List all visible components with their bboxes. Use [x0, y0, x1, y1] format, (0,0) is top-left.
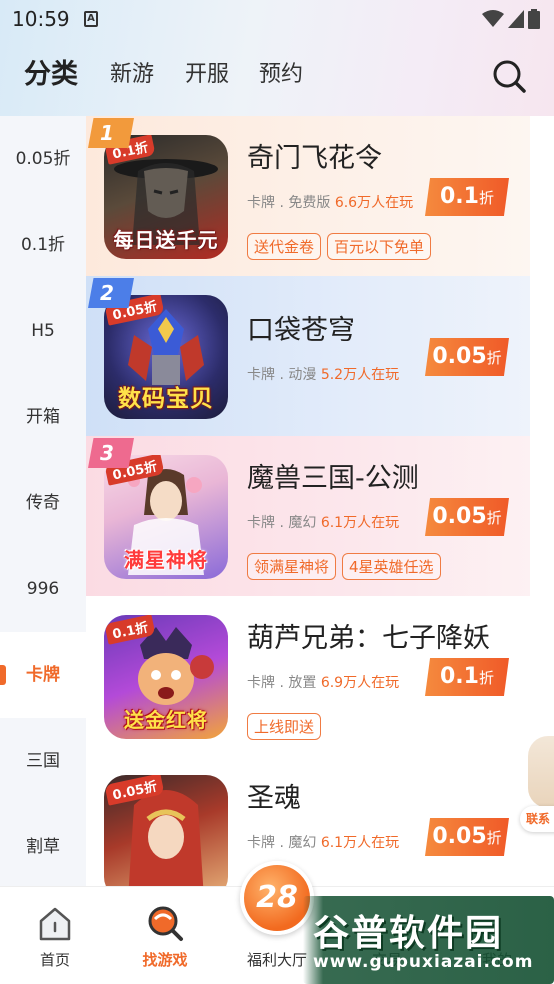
game-card[interactable]: 0.05折 数码宝贝 2 口袋苍穹 卡牌 . 动漫 5.2万人在玩 0.05折: [86, 276, 530, 436]
game-tag: 上线即送: [247, 713, 322, 740]
discount-value: 0.05: [432, 344, 487, 369]
sidebar-item-legend[interactable]: 传奇: [0, 460, 86, 546]
game-category: 卡牌 . 放置: [247, 675, 317, 691]
game-tag: 百元以下免单: [327, 233, 432, 260]
game-category: 卡牌 . 动漫: [247, 367, 317, 383]
game-thumbnail: 0.1折 送金红将: [104, 615, 228, 739]
wifi-icon: [482, 10, 504, 27]
sidebar-item-0.1[interactable]: 0.1折: [0, 202, 86, 288]
discount-button[interactable]: 0.1折: [425, 658, 509, 696]
game-tags: 上线即送: [247, 713, 322, 740]
status-time: 10:59: [12, 7, 70, 31]
game-card[interactable]: 0.05折 满星神将 3 魔兽三国-公测 卡牌 . 魔幻 6.1万人在玩 0.0…: [86, 436, 530, 596]
sidebar-item-box[interactable]: 开箱: [0, 374, 86, 460]
game-online-count: 6.1万人在玩: [320, 835, 400, 851]
game-meta: 卡牌 . 免费版 6.6万人在玩: [247, 192, 413, 212]
game-thumbnail: 0.05折 数码宝贝: [104, 295, 228, 419]
rank-badge: 1: [88, 118, 134, 148]
game-tags: 领满星神将 4星英雄任选: [247, 553, 441, 580]
nav-find-games[interactable]: 找游戏: [110, 887, 220, 984]
category-sidebar: 0.05折 0.1折 H5 开箱 传奇 996 卡牌 三国 割草: [0, 116, 86, 886]
game-online-count: 5.2万人在玩: [320, 367, 400, 383]
game-title: 魔兽三国-公测: [247, 463, 419, 494]
find-game-icon: [148, 906, 183, 941]
game-category: 卡牌 . 免费版: [247, 195, 331, 211]
tab-category[interactable]: 分类: [24, 52, 78, 91]
watermark-url: www.gupuxiazai.com: [313, 952, 534, 972]
discount-value: 0.1: [440, 184, 479, 209]
thumb-caption: 数码宝贝: [118, 386, 214, 412]
game-tag: 领满星神将: [247, 553, 337, 580]
search-button[interactable]: [491, 58, 527, 94]
game-meta: 卡牌 . 放置 6.9万人在玩: [247, 672, 399, 692]
game-title: 口袋苍穹: [247, 315, 355, 346]
game-title: 葫芦兄弟：七子降妖: [247, 623, 490, 654]
game-category: 卡牌 . 魔幻: [247, 835, 317, 851]
status-icons: [482, 9, 540, 29]
watermark: 谷普软件园 www.gupuxiazai.com: [303, 896, 554, 984]
nav-find-games-label: 找游戏: [142, 951, 188, 969]
discount-value: 0.05: [432, 824, 487, 849]
status-bar: 10:59 A: [0, 0, 554, 38]
home-icon: [39, 907, 71, 941]
floating-contact-button[interactable]: 联系: [520, 736, 554, 836]
game-thumbnail: 0.1折 每日送千元: [104, 135, 228, 259]
sidebar-item-card[interactable]: 卡牌: [0, 632, 86, 718]
game-online-count: 6.6万人在玩: [334, 195, 414, 211]
game-tags: 送代金卷 百元以下免单: [247, 233, 432, 260]
assistant-avatar: [528, 736, 554, 808]
discount-button[interactable]: 0.1折: [425, 178, 509, 216]
rank-badge: 2: [88, 278, 134, 308]
thumb-caption: 满星神将: [124, 548, 208, 572]
game-title: 圣魂: [247, 783, 301, 814]
game-tag: 送代金卷: [247, 233, 322, 260]
game-thumbnail: 0.05折: [104, 775, 228, 886]
discount-button[interactable]: 0.05折: [425, 498, 509, 536]
sidebar-item-three-kingdoms[interactable]: 三国: [0, 718, 86, 804]
game-category: 卡牌 . 魔幻: [247, 515, 317, 531]
game-list: 0.1折 每日送千元 1 奇门飞花令 卡牌 . 免费版 6.6万人在玩 0.1折…: [86, 116, 554, 886]
search-icon: [493, 60, 526, 93]
sidebar-item-mowing[interactable]: 割草: [0, 804, 86, 890]
game-meta: 卡牌 . 动漫 5.2万人在玩: [247, 364, 399, 384]
floating-contact-label: 联系: [520, 806, 554, 832]
thumb-caption: 送金红将: [124, 708, 208, 732]
sidebar-item-h5[interactable]: H5: [0, 288, 86, 374]
nav-home[interactable]: 首页: [0, 887, 110, 984]
notification-icon: A: [84, 11, 98, 27]
rank-badge: 3: [88, 438, 134, 468]
game-card[interactable]: 0.1折 送金红将 葫芦兄弟：七子降妖 卡牌 . 放置 6.9万人在玩 0.1折…: [86, 596, 530, 756]
game-online-count: 6.1万人在玩: [320, 515, 400, 531]
discount-unit: 折: [478, 189, 494, 207]
game-tag: 4星英雄任选: [342, 553, 441, 580]
sidebar-item-996[interactable]: 996: [0, 546, 86, 632]
watermark-text: 谷普软件园: [313, 913, 504, 954]
thumb-caption: 每日送千元: [113, 228, 219, 252]
discount-unit: 折: [486, 829, 502, 847]
discount-unit: 折: [486, 509, 502, 527]
game-card[interactable]: 0.05折 圣魂 卡牌 . 魔幻 6.1万人在玩 0.05折: [86, 756, 530, 886]
signal-icon: [508, 10, 524, 28]
game-title: 奇门飞花令: [247, 143, 382, 174]
game-online-count: 6.9万人在玩: [320, 675, 400, 691]
tab-reservation[interactable]: 预约: [259, 56, 303, 88]
tab-new-games[interactable]: 新游: [110, 56, 154, 88]
discount-unit: 折: [478, 669, 494, 687]
battery-icon: [528, 9, 540, 29]
game-thumbnail: 0.05折 满星神将: [104, 455, 228, 579]
game-card[interactable]: 0.1折 每日送千元 1 奇门飞花令 卡牌 . 免费版 6.6万人在玩 0.1折…: [86, 116, 530, 276]
discount-value: 0.1: [440, 664, 479, 689]
discount-value: 0.05: [432, 504, 487, 529]
nav-home-label: 首页: [39, 951, 70, 969]
discount-button[interactable]: 0.05折: [425, 818, 509, 856]
game-meta: 卡牌 . 魔幻 6.1万人在玩: [247, 832, 399, 852]
sidebar-item-0.05[interactable]: 0.05折: [0, 116, 86, 202]
discount-button[interactable]: 0.05折: [425, 338, 509, 376]
discount-unit: 折: [486, 349, 502, 367]
tab-server-open[interactable]: 开服: [185, 56, 229, 88]
game-meta: 卡牌 . 魔幻 6.1万人在玩: [247, 512, 399, 532]
